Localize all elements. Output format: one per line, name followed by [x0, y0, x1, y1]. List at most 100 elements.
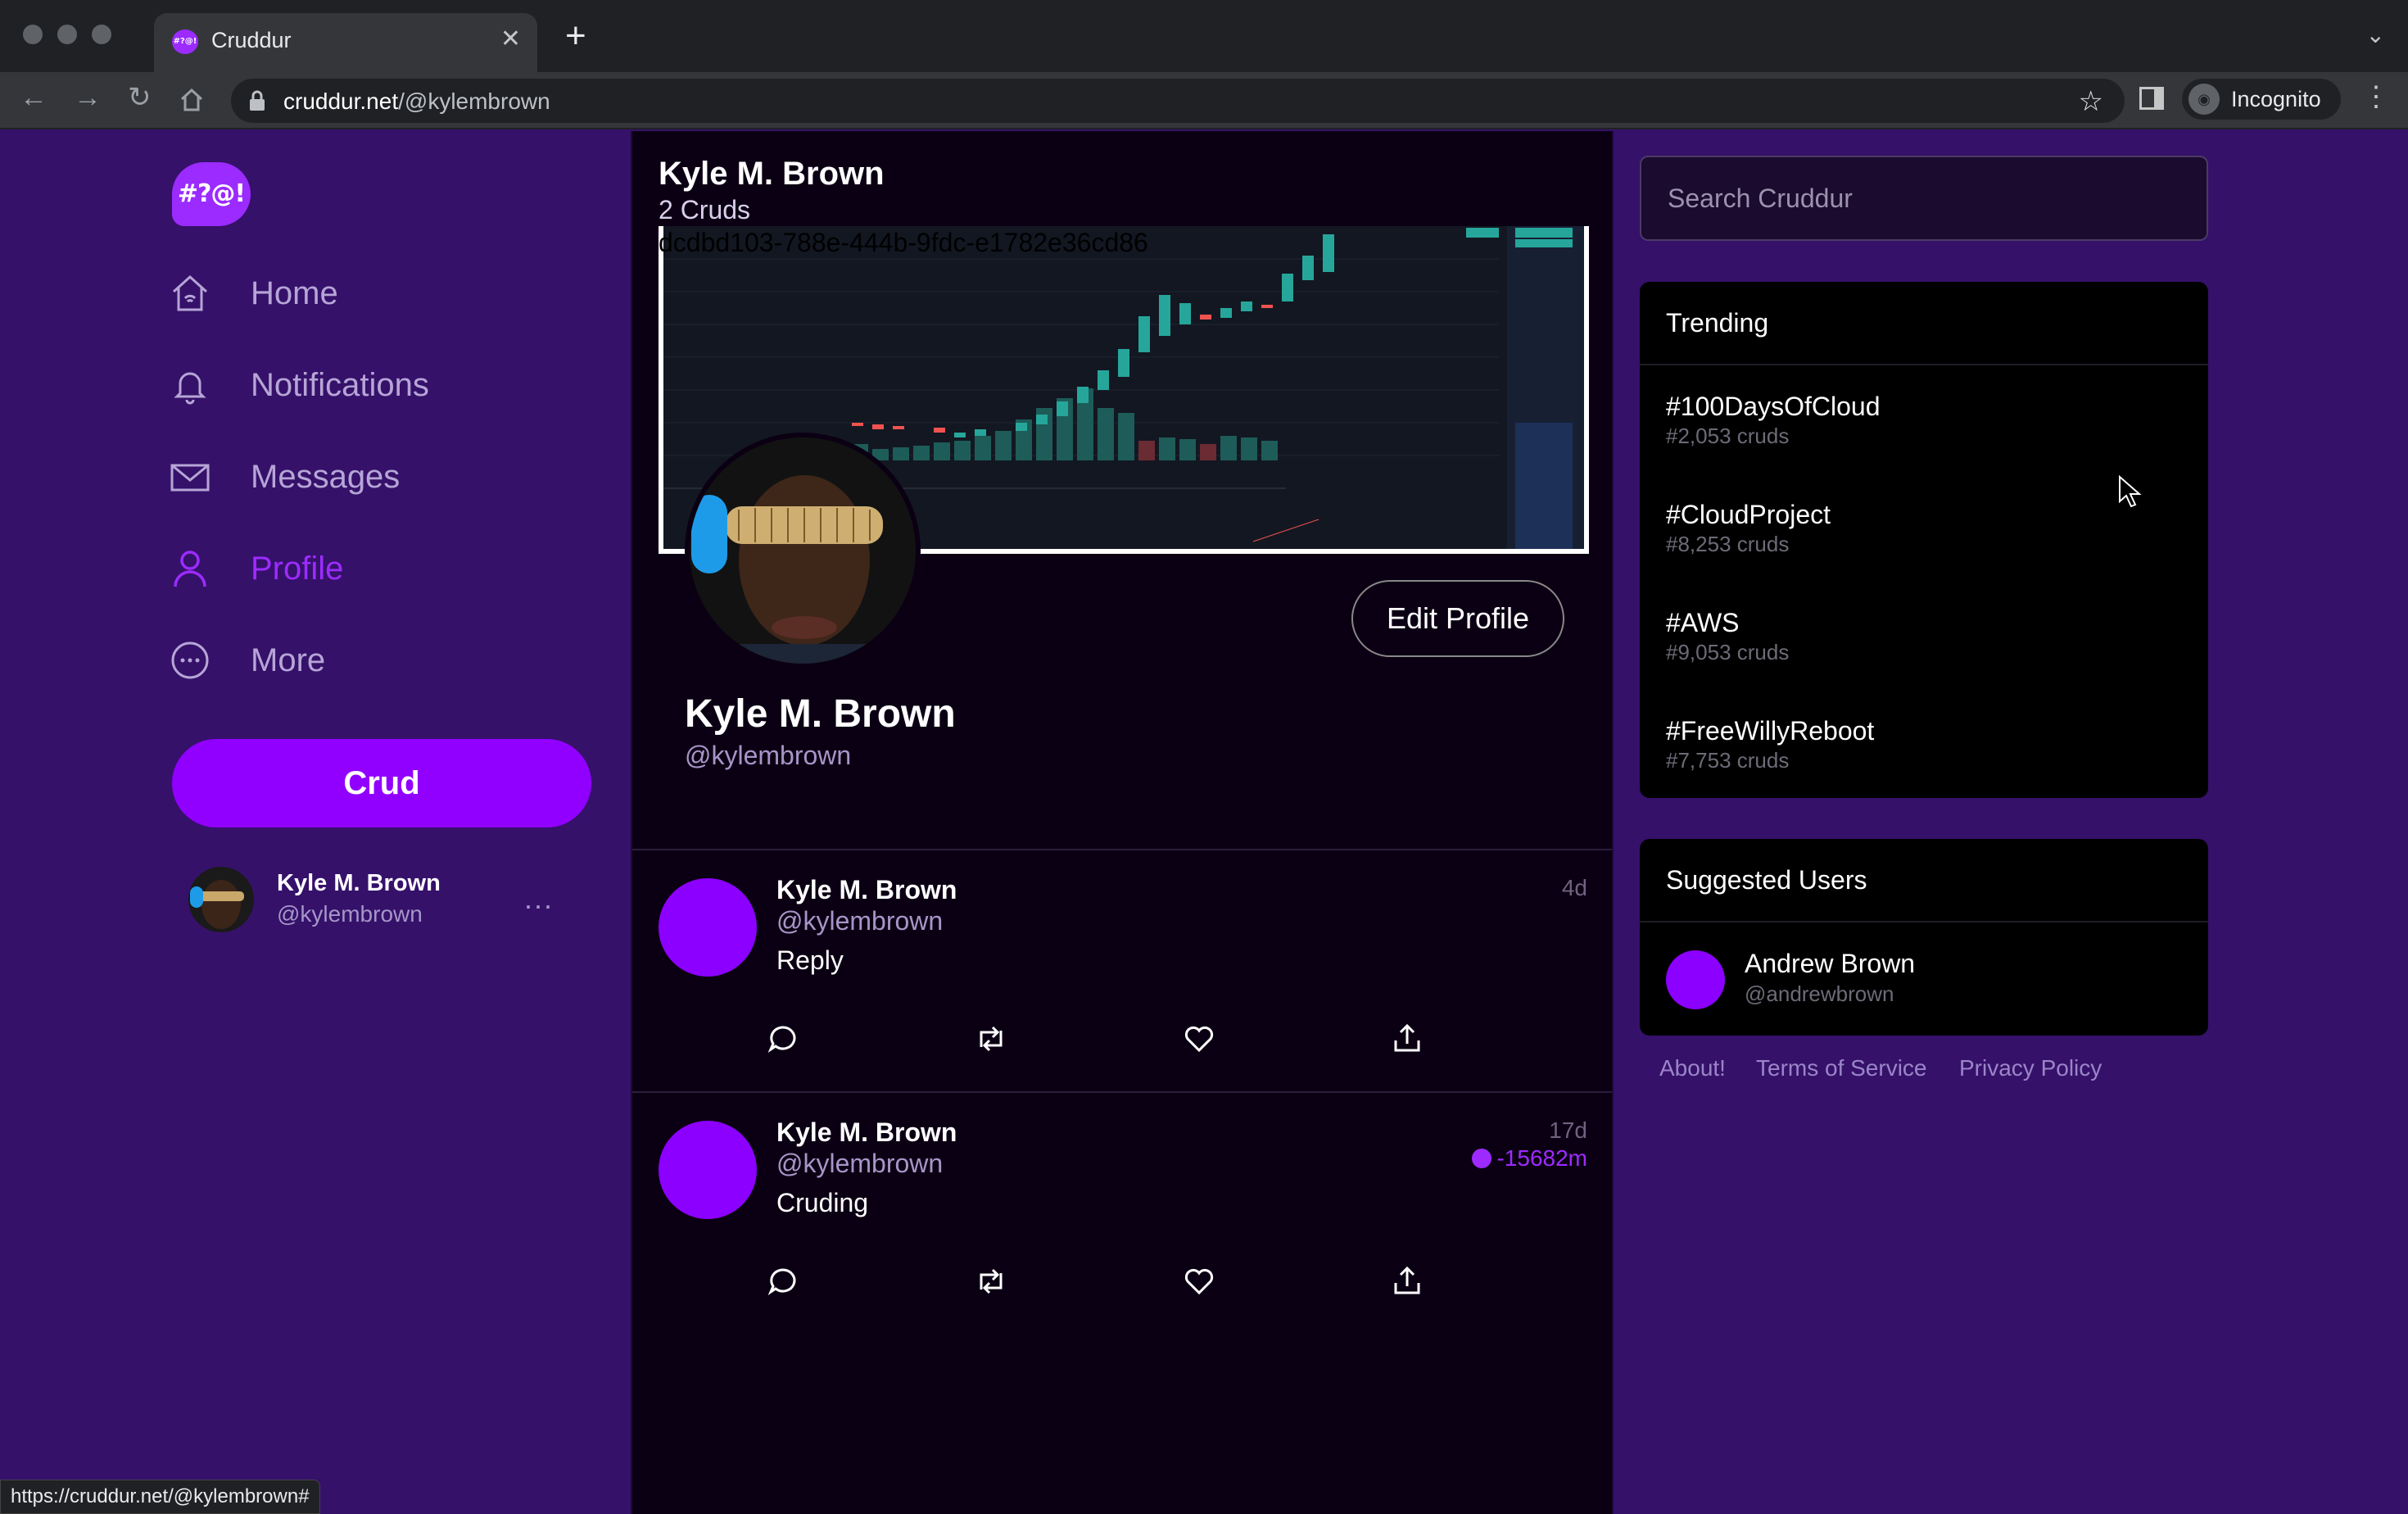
envelope-icon — [170, 464, 210, 492]
edit-profile-button[interactable]: Edit Profile — [1351, 580, 1564, 657]
new-tab-icon[interactable]: + — [565, 18, 586, 54]
lock-icon — [250, 90, 265, 111]
avatar-image — [188, 867, 254, 932]
trending-item[interactable]: #CloudProject #8,253 cruds — [1666, 500, 2190, 590]
terms-of-service-link[interactable]: Terms of Service — [1756, 1055, 1927, 1081]
suggested-users-title: Suggested Users — [1666, 865, 1867, 895]
sidebar-item-label: Home — [251, 275, 338, 311]
sidebar-item-profile[interactable]: Profile — [170, 541, 613, 598]
share-icon[interactable] — [1391, 1265, 1424, 1298]
heart-icon[interactable] — [1183, 1265, 1215, 1298]
suggested-user-handle[interactable]: @andrewbrown — [1745, 981, 1894, 1007]
browser-menu-icon[interactable]: ⋮ — [2362, 80, 2390, 113]
post-author-name[interactable]: Kyle M. Brown — [776, 1117, 957, 1148]
post-avatar[interactable] — [659, 878, 757, 977]
incognito-label: Incognito — [2231, 87, 2321, 111]
post-time: 4d — [1561, 875, 1587, 900]
trending-tag: #CloudProject — [1666, 500, 1831, 529]
post-text: Cruding — [776, 1188, 869, 1217]
mouse-cursor-icon — [2119, 475, 2142, 508]
sidebar-item-messages[interactable]: Messages — [170, 449, 613, 506]
trending-item[interactable]: #FreeWillyReboot #7,753 cruds — [1666, 716, 2190, 806]
side-panel-icon[interactable] — [2139, 87, 2164, 110]
bomb-icon — [1472, 1149, 1492, 1168]
maximize-window-button[interactable] — [92, 25, 111, 44]
banner-id-text: dcdbd103-788e-444b-9fdc-e1782e36cd86 — [659, 228, 1148, 257]
account-name: Kyle M. Brown — [277, 870, 441, 896]
account-handle: @kylembrown — [277, 901, 423, 927]
sidebar-item-notifications[interactable]: Notifications — [170, 357, 613, 415]
bookmark-star-icon[interactable]: ☆ — [2079, 85, 2103, 118]
sidebar-item-label: More — [251, 642, 326, 678]
incognito-badge[interactable]: ◉ Incognito — [2182, 79, 2341, 120]
tab-search-chevron-icon[interactable]: ⌄ — [2366, 21, 2385, 48]
suggested-user-avatar[interactable] — [1666, 950, 1725, 1009]
user-icon — [174, 551, 206, 587]
suggested-users-panel: Suggested Users Andrew Brown @andrewbrow… — [1640, 839, 2208, 1036]
post-text: Reply — [776, 945, 844, 975]
back-icon[interactable]: ← — [20, 84, 48, 111]
minimize-window-button[interactable] — [57, 25, 77, 44]
cruddur-logo[interactable]: #?@! — [172, 162, 251, 226]
post-time: 17d — [1549, 1117, 1587, 1143]
browser-tab-bar: #?@! Cruddur ✕ + ⌄ — [0, 0, 2408, 72]
about-link[interactable]: About! — [1659, 1055, 1726, 1081]
browser-toolbar: ← → ↻ cruddur.net/@kylembrown ☆ — [0, 72, 2408, 129]
profile-feed: Kyle M. Brown 2 Cruds dcdbd103-788e-444b… — [631, 131, 1614, 1514]
crud-post[interactable]: Kyle M. Brown @kylembrown Reply 4d — [632, 850, 1612, 1091]
close-tab-icon[interactable]: ✕ — [500, 25, 521, 53]
share-icon[interactable] — [1391, 1022, 1424, 1055]
close-window-button[interactable] — [23, 25, 43, 44]
account-avatar[interactable] — [188, 867, 254, 932]
sidebar-item-label: Notifications — [251, 367, 429, 403]
reply-icon[interactable] — [767, 1022, 799, 1055]
profile-display-name: Kyle M. Brown — [685, 692, 956, 736]
privacy-policy-link[interactable]: Privacy Policy — [1959, 1055, 2102, 1081]
crud-post[interactable]: Kyle M. Brown @kylembrown Cruding 17d -1… — [632, 1093, 1612, 1334]
url-text: cruddur.net/@kylembrown — [283, 88, 550, 115]
home-icon — [172, 274, 208, 311]
trending-title: Trending — [1666, 308, 1769, 338]
post-author-handle[interactable]: @kylembrown — [776, 906, 943, 936]
reload-icon[interactable]: ↻ — [128, 84, 152, 111]
sidebar-item-label: Profile — [251, 551, 344, 587]
post-author-name[interactable]: Kyle M. Brown — [776, 875, 957, 905]
bell-icon — [174, 372, 206, 405]
trending-tag: #AWS — [1666, 608, 1740, 637]
reply-icon[interactable] — [767, 1265, 799, 1298]
post-author-handle[interactable]: @kylembrown — [776, 1149, 943, 1179]
sidebar-item-home[interactable]: Home — [170, 265, 613, 323]
repost-icon[interactable] — [975, 1022, 1007, 1055]
repost-icon[interactable] — [975, 1265, 1007, 1298]
status-bar-url: https://cruddur.net/@kylembrown# — [0, 1480, 320, 1514]
post-expiry: -15682m — [1472, 1145, 1587, 1172]
post-avatar[interactable] — [659, 1121, 757, 1219]
trending-count: #9,053 cruds — [1666, 640, 1790, 664]
sidebar-item-label: Messages — [251, 459, 401, 495]
heart-icon[interactable] — [1183, 1022, 1215, 1055]
trending-tag: #100DaysOfCloud — [1666, 392, 1881, 421]
ellipsis-circle-icon — [171, 641, 209, 679]
avatar-image — [690, 437, 916, 664]
url-host: cruddur.net — [283, 88, 399, 114]
trending-item[interactable]: #100DaysOfCloud #2,053 cruds — [1666, 392, 2190, 482]
trending-count: #2,053 cruds — [1666, 424, 1790, 448]
divider — [1640, 364, 2208, 365]
trending-panel: Trending #100DaysOfCloud #2,053 cruds #C… — [1640, 282, 2208, 798]
address-bar[interactable]: cruddur.net/@kylembrown ☆ — [231, 79, 2125, 123]
crud-button[interactable]: Crud — [172, 739, 591, 827]
suggested-user-name[interactable]: Andrew Brown — [1745, 949, 1915, 979]
sidebar-item-more[interactable]: More — [170, 632, 613, 690]
search-input[interactable] — [1640, 156, 2208, 241]
url-path: /@kylembrown — [398, 88, 550, 114]
browser-tab[interactable]: #?@! Cruddur ✕ — [154, 13, 537, 72]
trending-item[interactable]: #AWS #9,053 cruds — [1666, 608, 2190, 698]
profile-avatar[interactable] — [685, 433, 921, 669]
account-more-icon[interactable]: ... — [524, 882, 554, 916]
forward-icon[interactable]: → — [74, 84, 102, 111]
trending-count: #7,753 cruds — [1666, 748, 1790, 773]
trending-tag: #FreeWillyReboot — [1666, 716, 1875, 746]
home-browser-icon[interactable] — [179, 87, 205, 113]
divider — [1640, 921, 2208, 922]
trending-count: #8,253 cruds — [1666, 532, 1790, 556]
